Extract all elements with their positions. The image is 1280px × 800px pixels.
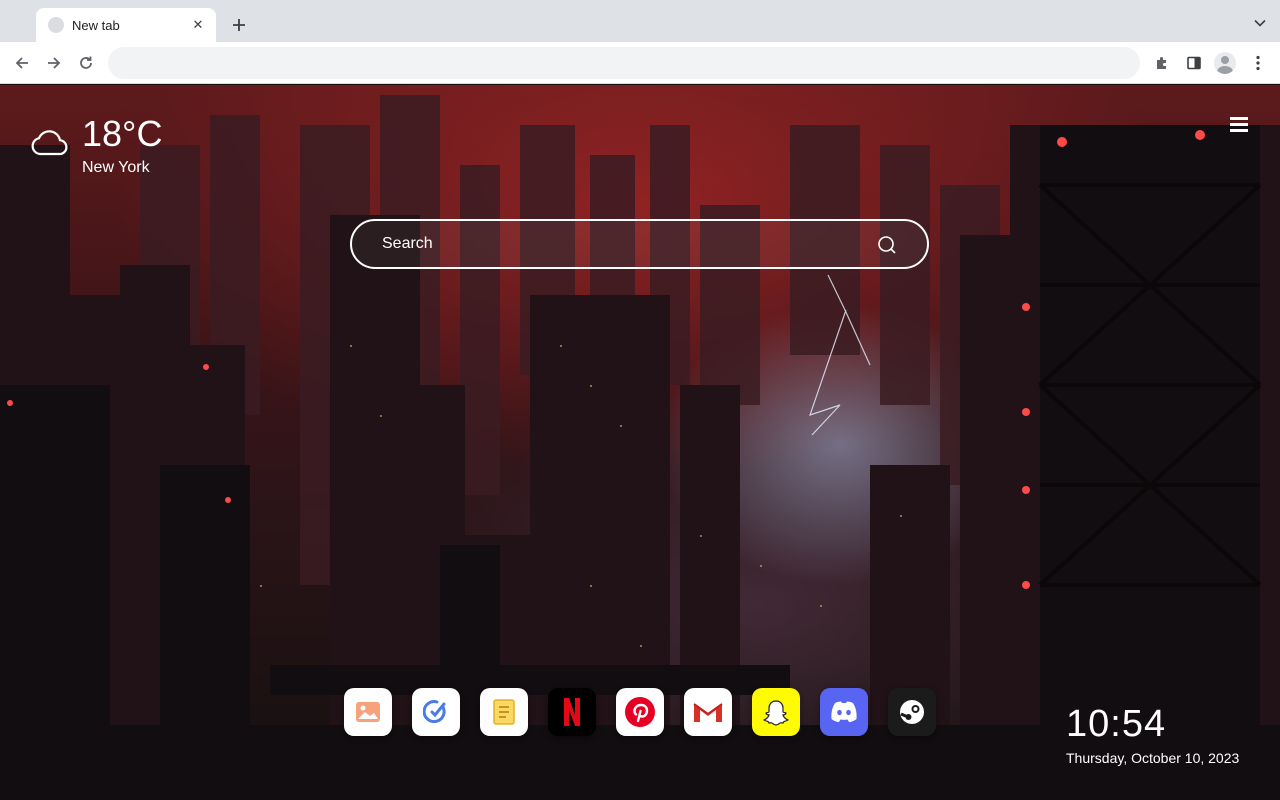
clock-time: 10:54 <box>1066 703 1167 745</box>
discord-icon <box>831 701 857 722</box>
back-button[interactable] <box>11 52 33 74</box>
steam-icon <box>900 700 924 724</box>
reload-button[interactable] <box>75 52 97 74</box>
arrow-left-icon <box>15 57 28 69</box>
extensions-button[interactable] <box>1151 52 1173 74</box>
favicon-icon <box>48 17 64 33</box>
snapchat-icon <box>762 700 790 726</box>
avatar-icon <box>1214 52 1236 74</box>
side-panel-icon <box>1187 56 1201 70</box>
notes-app-shortcut[interactable] <box>480 688 528 736</box>
tab-title: New tab <box>72 17 120 33</box>
tab-new-tab[interactable]: New tab ✕ <box>36 8 216 42</box>
tasks-app-shortcut[interactable] <box>412 688 460 736</box>
city-name: New York <box>82 159 150 176</box>
temperature: 18°C <box>82 113 163 154</box>
netflix-app-shortcut[interactable] <box>548 688 596 736</box>
forward-button[interactable] <box>43 52 65 74</box>
arrow-right-icon <box>48 57 61 69</box>
kebab-menu-icon <box>1256 55 1260 71</box>
browser-menu-button[interactable] <box>1247 52 1269 74</box>
steam-app-shortcut[interactable] <box>888 688 936 736</box>
new-tab-button[interactable] <box>228 14 250 36</box>
netflix-icon <box>564 698 580 726</box>
photos-app-shortcut[interactable] <box>344 688 392 736</box>
profile-button[interactable] <box>1214 52 1236 74</box>
clock-date: Thursday, October 10, 2023 <box>1066 750 1240 766</box>
tab-strip: New tab ✕ <box>0 0 1280 42</box>
search-bar[interactable] <box>350 219 929 269</box>
puzzle-icon <box>1157 57 1166 69</box>
notes-icon <box>493 699 515 725</box>
discord-app-shortcut[interactable] <box>820 688 868 736</box>
photo-icon <box>356 702 380 722</box>
close-icon[interactable]: ✕ <box>190 17 206 33</box>
hamburger-menu-icon[interactable] <box>1230 117 1248 133</box>
pinterest-app-shortcut[interactable] <box>616 688 664 736</box>
browser-toolbar <box>0 42 1280 84</box>
new-tab-page: 18°C New York Search 10:54 Thursday, Oct… <box>0 85 1280 800</box>
reload-icon <box>80 56 92 69</box>
pinterest-icon <box>625 697 655 727</box>
address-bar[interactable] <box>108 47 1140 79</box>
plus-icon <box>233 19 245 31</box>
cloud-icon <box>31 130 68 156</box>
check-circle-icon <box>423 700 446 724</box>
app-shortcuts <box>344 688 936 736</box>
gmail-icon <box>693 703 723 722</box>
gmail-app-shortcut[interactable] <box>684 688 732 736</box>
chevron-down-icon <box>1254 19 1266 27</box>
search-input[interactable] <box>382 221 862 267</box>
clock-widget: 10:54 Thursday, October 10, 2023 <box>1066 703 1239 766</box>
search-icon[interactable] <box>877 235 897 255</box>
snapchat-app-shortcut[interactable] <box>752 688 800 736</box>
side-panel-button[interactable] <box>1183 52 1205 74</box>
tab-search-button[interactable] <box>1254 16 1266 28</box>
